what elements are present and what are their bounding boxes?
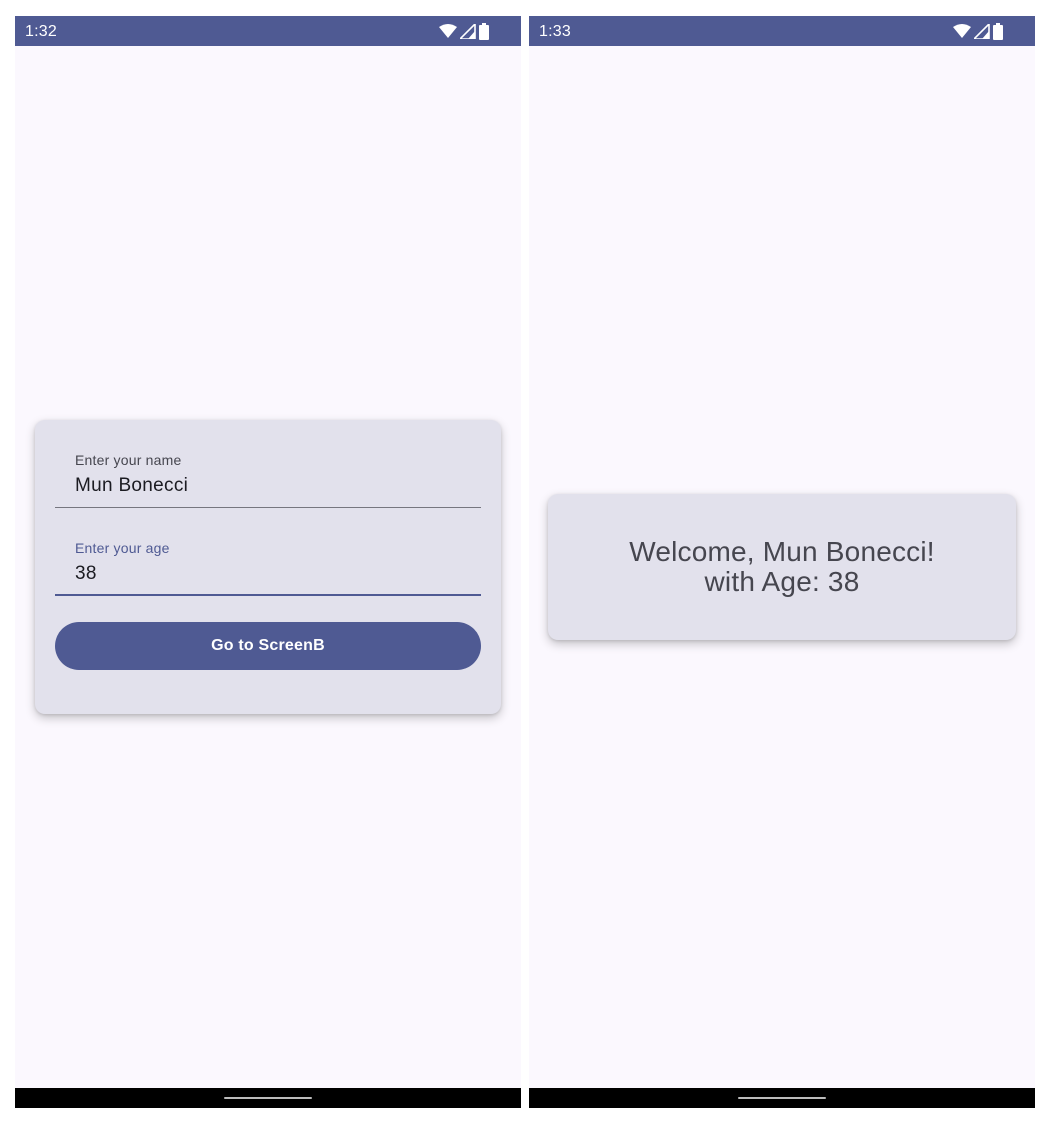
status-bar: 1:33	[529, 16, 1035, 46]
cellular-signal-icon	[974, 23, 990, 39]
battery-icon	[993, 22, 1003, 40]
home-handle[interactable]	[738, 1097, 826, 1099]
go-to-screen-b-button[interactable]: Go to ScreenB	[55, 622, 481, 670]
welcome-card: Welcome, Mun Bonecci! with Age: 38	[548, 494, 1016, 640]
wifi-icon	[953, 24, 971, 38]
home-handle[interactable]	[224, 1097, 312, 1099]
status-time: 1:32	[25, 23, 57, 40]
age-field-label: Enter your age	[75, 540, 170, 556]
cellular-signal-icon	[460, 23, 476, 39]
welcome-age: with Age: 38	[704, 566, 860, 597]
status-icons	[953, 22, 1003, 40]
input-form-card: Enter your name Mun Bonecci Enter your a…	[35, 420, 501, 714]
navigation-bar	[529, 1088, 1035, 1108]
screen-b: 1:33 Welcome, Mun Bonecci! with Age: 38	[529, 16, 1035, 1108]
screen-a: 1:32 Enter your name Mun Bonecci Enter y…	[15, 16, 521, 1108]
status-icons	[439, 22, 489, 40]
name-field-label: Enter your name	[75, 452, 182, 468]
name-field-value[interactable]: Mun Bonecci	[75, 475, 188, 497]
navigation-bar	[15, 1088, 521, 1108]
name-field[interactable]: Enter your name Mun Bonecci	[55, 440, 481, 508]
name-field-underline	[55, 507, 481, 508]
status-bar: 1:32	[15, 16, 521, 46]
wifi-icon	[439, 24, 457, 38]
welcome-message: Welcome, Mun Bonecci! with Age: 38	[548, 537, 1016, 597]
battery-icon	[479, 22, 489, 40]
age-field-value[interactable]: 38	[75, 563, 97, 585]
welcome-greeting: Welcome, Mun Bonecci!	[629, 536, 935, 567]
age-field[interactable]: Enter your age 38	[55, 528, 481, 596]
age-field-underline	[55, 594, 481, 596]
status-time: 1:33	[539, 23, 571, 40]
